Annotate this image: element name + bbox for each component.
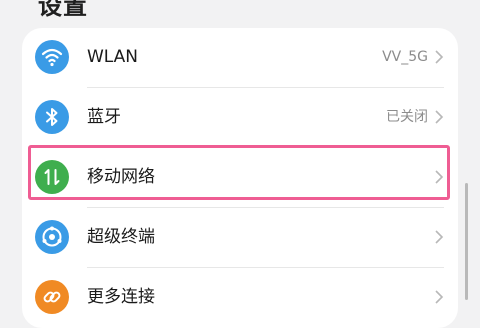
settings-item-label: 更多连接 (87, 287, 155, 307)
chevron-right-icon (435, 50, 444, 64)
chevron-right-icon (435, 170, 444, 184)
page-title: 设置 (38, 0, 88, 20)
chevron-right-icon (435, 230, 444, 244)
settings-item-wlan[interactable]: WLAN VV_5G (22, 28, 458, 88)
settings-item-value: 已关闭 (386, 109, 428, 125)
settings-item-label: 超级终端 (87, 227, 155, 247)
link-icon (35, 280, 69, 314)
settings-item-bluetooth[interactable]: 蓝牙 已关闭 (22, 88, 458, 148)
super-device-icon (35, 220, 69, 254)
settings-item-super-device[interactable]: 超级终端 (22, 208, 458, 268)
scrollbar[interactable] (465, 183, 468, 300)
wifi-icon (35, 40, 69, 74)
chevron-right-icon (435, 110, 444, 124)
settings-item-more-connections[interactable]: 更多连接 (22, 268, 458, 328)
settings-item-label: WLAN (87, 47, 139, 67)
settings-item-label: 移动网络 (87, 167, 155, 187)
settings-item-mobile-network[interactable]: 移动网络 (22, 148, 458, 208)
mobile-network-icon (35, 160, 69, 194)
chevron-right-icon (435, 290, 444, 304)
settings-item-value: VV_5G (382, 49, 428, 65)
bluetooth-icon (35, 100, 69, 134)
settings-card: WLAN VV_5G 蓝牙 已关闭 移动网络 超级终端 更多连接 (22, 28, 458, 328)
settings-item-label: 蓝牙 (87, 107, 121, 127)
